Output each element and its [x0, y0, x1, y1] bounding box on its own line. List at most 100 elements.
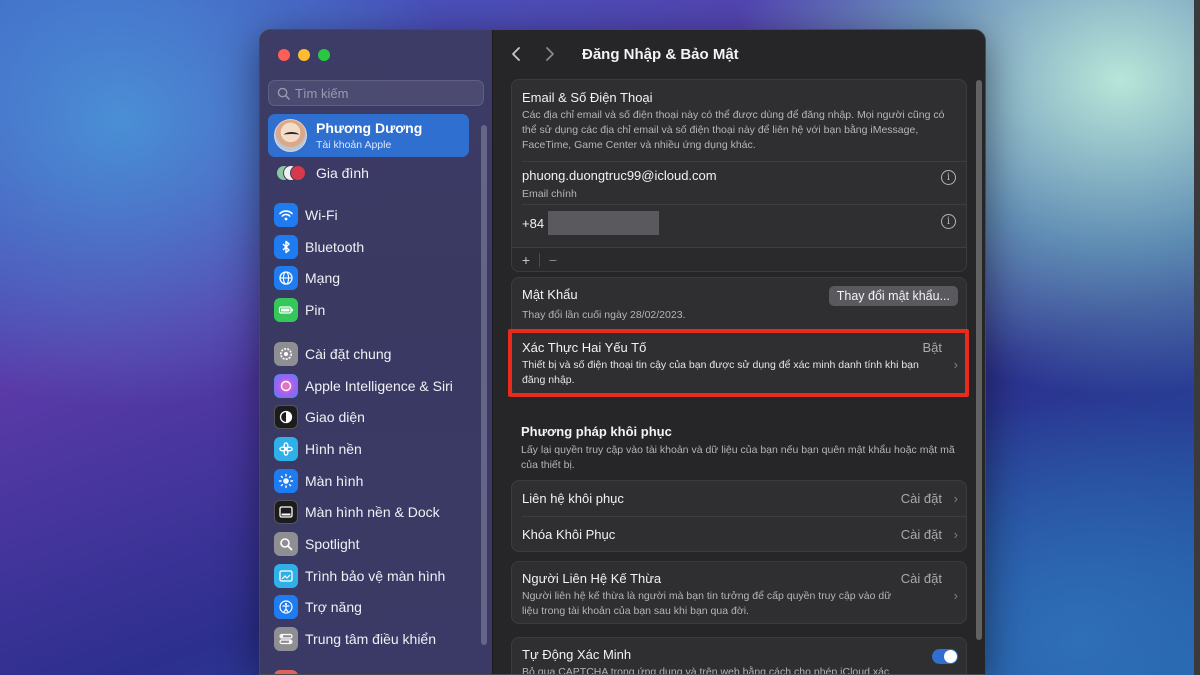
appearance-icon: [274, 405, 298, 429]
recovery-card: Liên hệ khôi phục Cài đặt › Khóa Khôi Ph…: [511, 480, 967, 552]
two-factor-description: Thiết bị và số điện thoại tin cậy của bạ…: [522, 359, 919, 386]
sidebar-scrollbar[interactable]: [481, 125, 487, 645]
sidebar-item-label: Pin: [305, 302, 326, 318]
display-icon: [274, 469, 298, 493]
zoom-button[interactable]: [318, 49, 330, 61]
wifi-icon: [274, 203, 298, 227]
sidebar-item-apple-intelligence[interactable]: Apple Intelligence & Siri: [274, 372, 479, 400]
phone-row[interactable]: +84 i: [512, 205, 966, 241]
sidebar-item-battery[interactable]: Pin: [274, 296, 479, 324]
sidebar-item-label: Giao diện: [305, 409, 365, 425]
sidebar-item-bluetooth[interactable]: Bluetooth: [274, 233, 479, 261]
legacy-contact-card: Người Liên Hệ Kế Thừa Người liên hệ kế t…: [511, 561, 967, 624]
back-button[interactable]: [511, 46, 525, 62]
account-item[interactable]: Phương Dương Tài khoản Apple: [268, 114, 469, 157]
email-section-title: Email & Số Điện Thoại: [522, 90, 653, 105]
account-name: Phương Dương: [316, 120, 423, 136]
chevron-left-icon: [512, 47, 520, 61]
auto-verify-toggle[interactable]: [932, 649, 958, 664]
sidebar-item-control-center[interactable]: Trung tâm điều khiển: [274, 625, 479, 653]
sidebar-item-network[interactable]: Mạng: [274, 264, 479, 292]
dock-icon: [274, 500, 298, 524]
sidebar-item-label: Spotlight: [305, 536, 360, 552]
chevron-right-icon: ›: [953, 491, 958, 506]
forward-button[interactable]: [545, 46, 559, 62]
auto-verify-title: Tự Động Xác Minh: [522, 647, 632, 662]
two-factor-title: Xác Thực Hai Yếu Tố: [522, 340, 647, 355]
sidebar-item-screensaver[interactable]: Trình bảo vệ màn hình: [274, 562, 479, 590]
siri-icon: [274, 374, 298, 398]
sidebar-item-label: Gia đình: [316, 165, 369, 181]
password-card: Mật Khẩu Thay đổi lần cuối ngày 28/02/20…: [511, 277, 967, 396]
sidebar-item-label: Wi-Fi: [305, 207, 338, 223]
accessibility-icon: [274, 595, 298, 619]
bluetooth-icon: [274, 235, 298, 259]
minimize-button[interactable]: [298, 49, 310, 61]
recovery-key-row[interactable]: Khóa Khôi Phục Cài đặt ›: [512, 517, 966, 551]
sidebar-item-label: Trình bảo vệ màn hình: [305, 568, 446, 584]
recovery-contact-value: Cài đặt: [900, 491, 942, 506]
recovery-contact-label: Liên hệ khôi phục: [522, 491, 624, 506]
sidebar-item-wallpaper[interactable]: Hình nền: [274, 435, 479, 463]
globe-icon: [274, 266, 298, 290]
sidebar-item-display[interactable]: Màn hình: [274, 467, 479, 495]
search-input[interactable]: [295, 85, 475, 101]
screensaver-icon: [274, 564, 298, 588]
search-field[interactable]: [268, 80, 484, 106]
auto-verify-row: Tự Động Xác Minh Bỏ qua CAPTCHA trong ứn…: [512, 638, 966, 674]
search-icon: [277, 87, 290, 100]
recovery-title: Phương pháp khôi phục: [521, 424, 672, 439]
sidebar-item-appearance[interactable]: Giao diện: [274, 403, 479, 431]
legacy-contact-row[interactable]: Người Liên Hệ Kế Thừa Người liên hệ kế t…: [512, 562, 966, 623]
legacy-title: Người Liên Hệ Kế Thừa: [522, 571, 662, 586]
sidebar-item-wifi[interactable]: Wi-Fi: [274, 201, 479, 229]
page-title: Đăng Nhập & Bảo Mật: [582, 45, 739, 63]
recovery-key-label: Khóa Khôi Phục: [522, 527, 616, 542]
remove-button[interactable]: −: [545, 252, 561, 268]
main-pane: Đăng Nhập & Bảo Mật Email & Số Điện Thoạ…: [493, 30, 985, 674]
sidebar: Phương Dương Tài khoản Apple Gia đình Wi…: [260, 30, 493, 674]
add-button[interactable]: +: [518, 252, 534, 268]
sidebar-item-label: Màn hình nền & Dock: [305, 504, 440, 520]
two-factor-row[interactable]: Xác Thực Hai Yếu Tố Thiết bị và số điện …: [512, 331, 966, 395]
sidebar-item-family[interactable]: Gia đình: [276, 163, 369, 183]
settings-window: Phương Dương Tài khoản Apple Gia đình Wi…: [259, 29, 986, 675]
control-center-icon: [274, 627, 298, 651]
sidebar-item-accessibility[interactable]: Trợ năng: [274, 593, 479, 621]
two-factor-status: Bật: [922, 340, 942, 355]
avatar: [274, 119, 307, 152]
sidebar-item-label: Màn hình: [305, 473, 364, 489]
phone-prefix: +84: [522, 215, 545, 231]
close-button[interactable]: [278, 49, 290, 61]
auto-verify-card: Tự Động Xác Minh Bỏ qua CAPTCHA trong ứn…: [511, 637, 967, 674]
toolbar: Đăng Nhập & Bảo Mật: [493, 30, 985, 78]
desktop-edge: [1194, 0, 1200, 675]
password-description: Thay đổi lần cuối ngày 28/02/2023.: [522, 309, 686, 321]
phone-redacted: [548, 211, 660, 235]
info-icon[interactable]: i: [941, 214, 956, 229]
chevron-right-icon: ›: [953, 588, 958, 603]
account-subtitle: Tài khoản Apple: [316, 139, 392, 151]
sidebar-item-general[interactable]: Cài đặt chung: [274, 340, 479, 368]
sidebar-item-label: Bluetooth: [305, 239, 365, 255]
wallpaper-icon: [274, 437, 298, 461]
family-icon: [276, 163, 306, 183]
info-icon[interactable]: i: [941, 170, 956, 185]
recovery-header: Phương pháp khôi phục Lấy lại quyền truy…: [521, 424, 961, 473]
recovery-contact-row[interactable]: Liên hệ khôi phục Cài đặt ›: [512, 481, 966, 516]
password-row: Mật Khẩu Thay đổi lần cuối ngày 28/02/20…: [512, 278, 966, 330]
sidebar-item-spotlight[interactable]: Spotlight: [274, 530, 479, 558]
sidebar-item-label: Apple Intelligence & Siri: [305, 378, 453, 394]
sidebar-item-label: Trợ năng: [305, 599, 362, 615]
change-password-button[interactable]: Thay đổi mật khẩu...: [828, 286, 958, 306]
email-row[interactable]: phuong.duongtruc99@icloud.com Email chín…: [512, 162, 966, 204]
main-scrollbar[interactable]: [976, 80, 982, 640]
sidebar-next-item-icon: [274, 670, 298, 674]
chevron-right-icon: ›: [953, 357, 958, 372]
sidebar-item-desktop-dock[interactable]: Màn hình nền & Dock: [274, 498, 479, 526]
sidebar-item-label: Hình nền: [305, 441, 362, 457]
chevron-right-icon: ›: [953, 527, 958, 542]
window-controls: [278, 49, 330, 61]
gear-icon: [274, 342, 298, 366]
legacy-description: Người liên hệ kế thừa là người mà bạn ti…: [522, 590, 892, 617]
